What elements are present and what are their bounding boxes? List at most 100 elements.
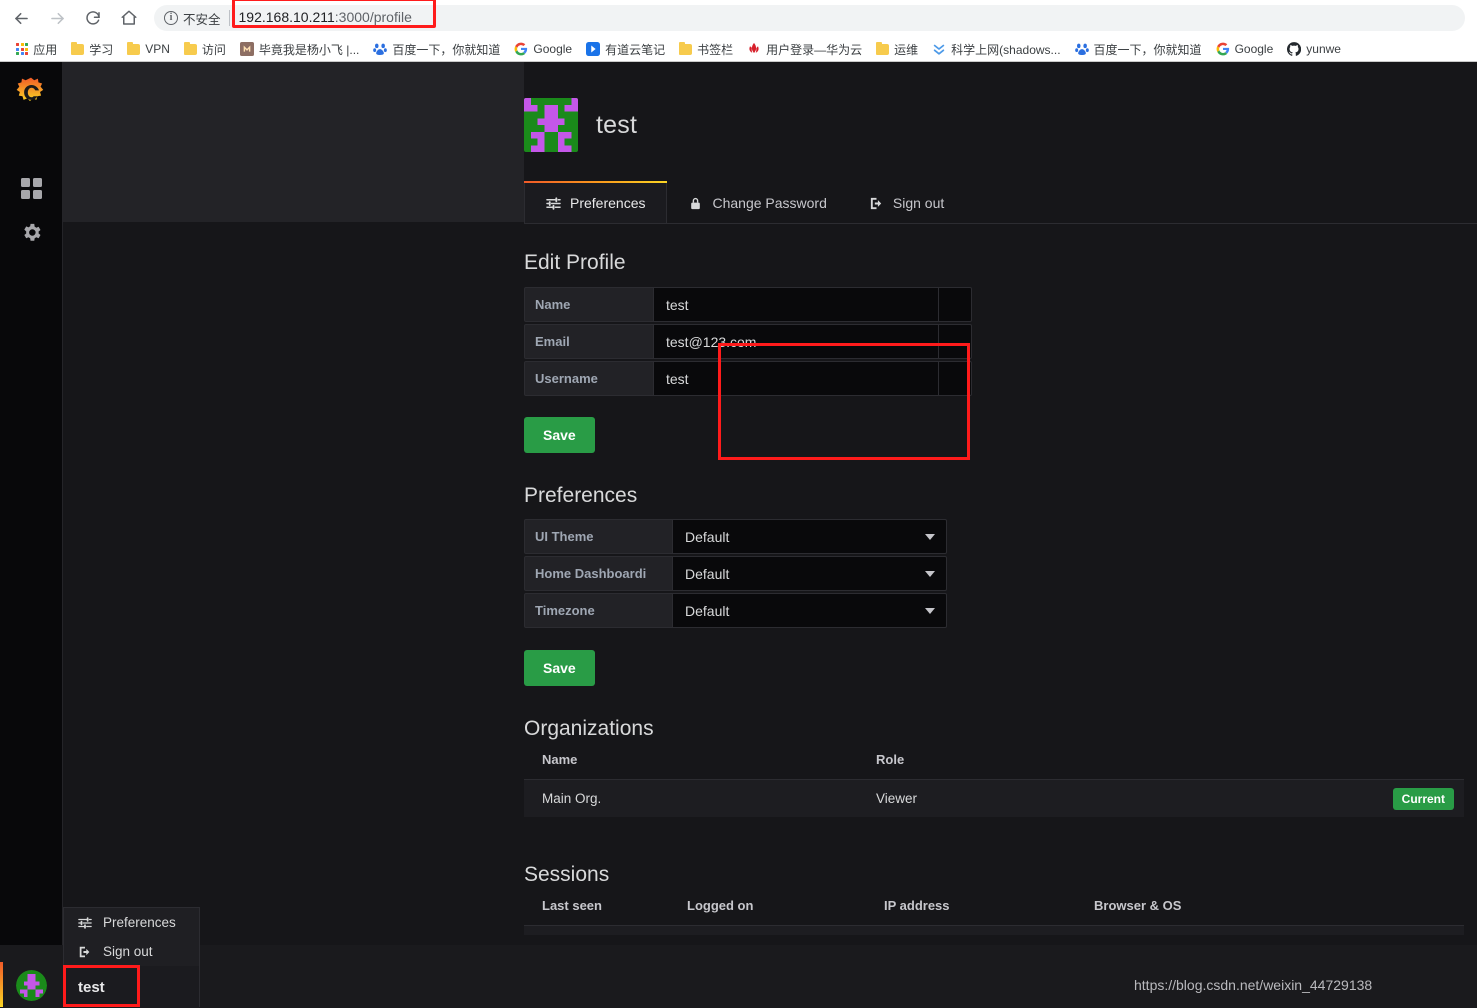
save-preferences-button[interactable]: Save xyxy=(524,650,595,686)
back-arrow-icon[interactable] xyxy=(6,3,36,33)
bookmark-shadowsocks[interactable]: 科学上网(shadows... xyxy=(926,39,1068,60)
field-label-text: Home Dashboard xyxy=(535,566,643,581)
tab-label: Sign out xyxy=(892,195,945,211)
form-row-email: Email test@123.com xyxy=(524,324,972,359)
current-org-badge[interactable]: Current xyxy=(1392,788,1454,810)
bookmark-label: 书签栏 xyxy=(697,42,734,57)
tab-sign-out[interactable]: Sign out xyxy=(848,183,965,223)
section-title-organizations: Organizations xyxy=(524,717,654,740)
home-dashboard-select[interactable]: Default xyxy=(672,556,947,591)
chevron-down-icon xyxy=(925,533,935,540)
grafana-app: test Preferences Change Password Sign ou… xyxy=(0,62,1477,1008)
email-input[interactable]: test@123.com xyxy=(653,324,939,359)
url-text: 192.168.10.211:3000/profile xyxy=(239,9,412,25)
bookmark-label: 百度一下，你就知道 xyxy=(1093,42,1202,57)
huawei-icon xyxy=(749,42,759,53)
youdao-icon xyxy=(586,42,601,56)
bookmark-apps[interactable]: 应用 xyxy=(10,39,65,60)
github-icon xyxy=(1287,42,1302,56)
popup-item-label: Preferences xyxy=(103,915,176,930)
reload-icon[interactable] xyxy=(78,3,108,33)
folder-icon xyxy=(183,41,197,55)
grafana-logo-icon[interactable] xyxy=(14,76,48,110)
bookmark-baidu-2[interactable]: 百度一下，你就知道 xyxy=(1069,39,1210,60)
bookmark-label: 毕竟我是杨小飞 |... xyxy=(258,42,360,57)
bookmark-baidu-1[interactable]: 百度一下，你就知道 xyxy=(367,39,508,60)
tab-label: Preferences xyxy=(570,195,646,211)
home-icon[interactable] xyxy=(114,3,144,33)
four-squares-icon xyxy=(21,177,42,199)
popup-item-sign-out[interactable]: Sign out xyxy=(64,937,199,966)
table-row[interactable]: Main Org. Viewer Current xyxy=(524,779,1464,817)
tab-change-password[interactable]: Change Password xyxy=(667,183,847,223)
bookmark-blog[interactable]: 毕竟我是杨小飞 |... xyxy=(234,39,367,60)
tab-preferences[interactable]: Preferences xyxy=(524,181,668,223)
url-host: 192.168.10.211 xyxy=(238,9,335,25)
sidebar-item-dashboards[interactable] xyxy=(0,166,63,210)
bookmark-label: 访问 xyxy=(201,42,226,57)
field-label: Timezone xyxy=(524,593,672,628)
column-header-role: Role xyxy=(876,752,905,767)
info-icon[interactable]: i xyxy=(643,566,647,581)
main-content: test Preferences Change Password Sign ou… xyxy=(63,62,1477,945)
bookmark-bookmarks-bar[interactable]: 书签栏 xyxy=(673,39,741,60)
gear-icon xyxy=(24,223,41,241)
save-profile-button[interactable]: Save xyxy=(524,417,595,453)
baidu-icon xyxy=(373,43,388,55)
bookmark-vpn[interactable]: VPN xyxy=(121,40,178,58)
forward-arrow-icon[interactable] xyxy=(42,3,72,33)
sessions-table: Last seen Logged on IP address Browser &… xyxy=(524,898,1464,935)
bookmark-ops[interactable]: 运维 xyxy=(870,39,926,60)
apps-grid-icon xyxy=(16,42,29,56)
field-label: Username xyxy=(524,361,653,396)
popup-current-user[interactable]: test xyxy=(64,966,199,1008)
omnibox-separator xyxy=(228,10,230,26)
user-menu-popup: Preferences Sign out test xyxy=(63,907,200,1008)
bookmark-github[interactable]: yunwe xyxy=(1281,40,1349,58)
org-name: Main Org. xyxy=(542,791,602,806)
bookmark-visit[interactable]: 访问 xyxy=(178,39,234,60)
bookmark-label: 运维 xyxy=(894,42,919,57)
bookmark-huawei[interactable]: 用户登录—华为云 xyxy=(741,39,870,60)
chevron-down-icon xyxy=(925,570,935,577)
url-path: :3000/profile xyxy=(334,9,412,25)
bookmark-label: 百度一下，你就知道 xyxy=(392,42,501,57)
input-tail xyxy=(939,324,972,359)
section-title-preferences: Preferences xyxy=(524,484,638,507)
bookmark-google-1[interactable]: Google xyxy=(508,40,580,58)
chevron-down-icon xyxy=(925,607,935,614)
username-input[interactable]: test xyxy=(653,361,939,396)
form-row-name: Name test xyxy=(524,287,972,322)
bookmark-label: yunwe xyxy=(1306,42,1341,56)
folder-icon xyxy=(876,41,890,55)
column-header-last-seen: Last seen xyxy=(542,898,602,913)
table-header: Last seen Logged on IP address Browser &… xyxy=(524,898,1464,913)
page-title: test xyxy=(596,110,638,139)
chevron-double-down-icon xyxy=(933,44,945,55)
field-label: Home Dashboard i xyxy=(524,556,672,591)
bookmark-label: 科学上网(shadows... xyxy=(951,42,1061,57)
sliders-icon xyxy=(546,196,561,210)
field-label: UI Theme xyxy=(524,519,672,554)
org-role: Viewer xyxy=(876,791,918,806)
ui-theme-select[interactable]: Default xyxy=(672,519,947,554)
security-chip[interactable]: i 不安全 xyxy=(164,9,221,28)
bookmark-label: Google xyxy=(533,42,573,56)
bookmark-google-2[interactable]: Google xyxy=(1210,40,1282,58)
bookmark-study[interactable]: 学习 xyxy=(65,39,121,60)
popup-item-preferences[interactable]: Preferences xyxy=(64,908,199,937)
security-label: 不安全 xyxy=(183,12,221,27)
sliders-icon xyxy=(78,916,92,929)
field-label: Name xyxy=(524,287,653,322)
folder-icon xyxy=(679,41,693,55)
address-bar[interactable]: i 不安全 192.168.10.211:3000/profile xyxy=(154,0,1465,31)
user-avatar-identicon[interactable] xyxy=(16,970,47,1001)
sidebar-item-configuration[interactable] xyxy=(0,210,63,254)
input-tail xyxy=(939,287,972,322)
timezone-select[interactable]: Default xyxy=(672,593,947,628)
sessions-row-partial xyxy=(524,925,1464,935)
bookmark-youdao[interactable]: 有道云笔记 xyxy=(580,39,673,60)
name-input[interactable]: test xyxy=(653,287,939,322)
url-wrapper[interactable]: 192.168.10.211:3000/profile xyxy=(231,0,436,28)
watermark: https://blog.csdn.net/weixin_44729138 xyxy=(1134,977,1373,993)
